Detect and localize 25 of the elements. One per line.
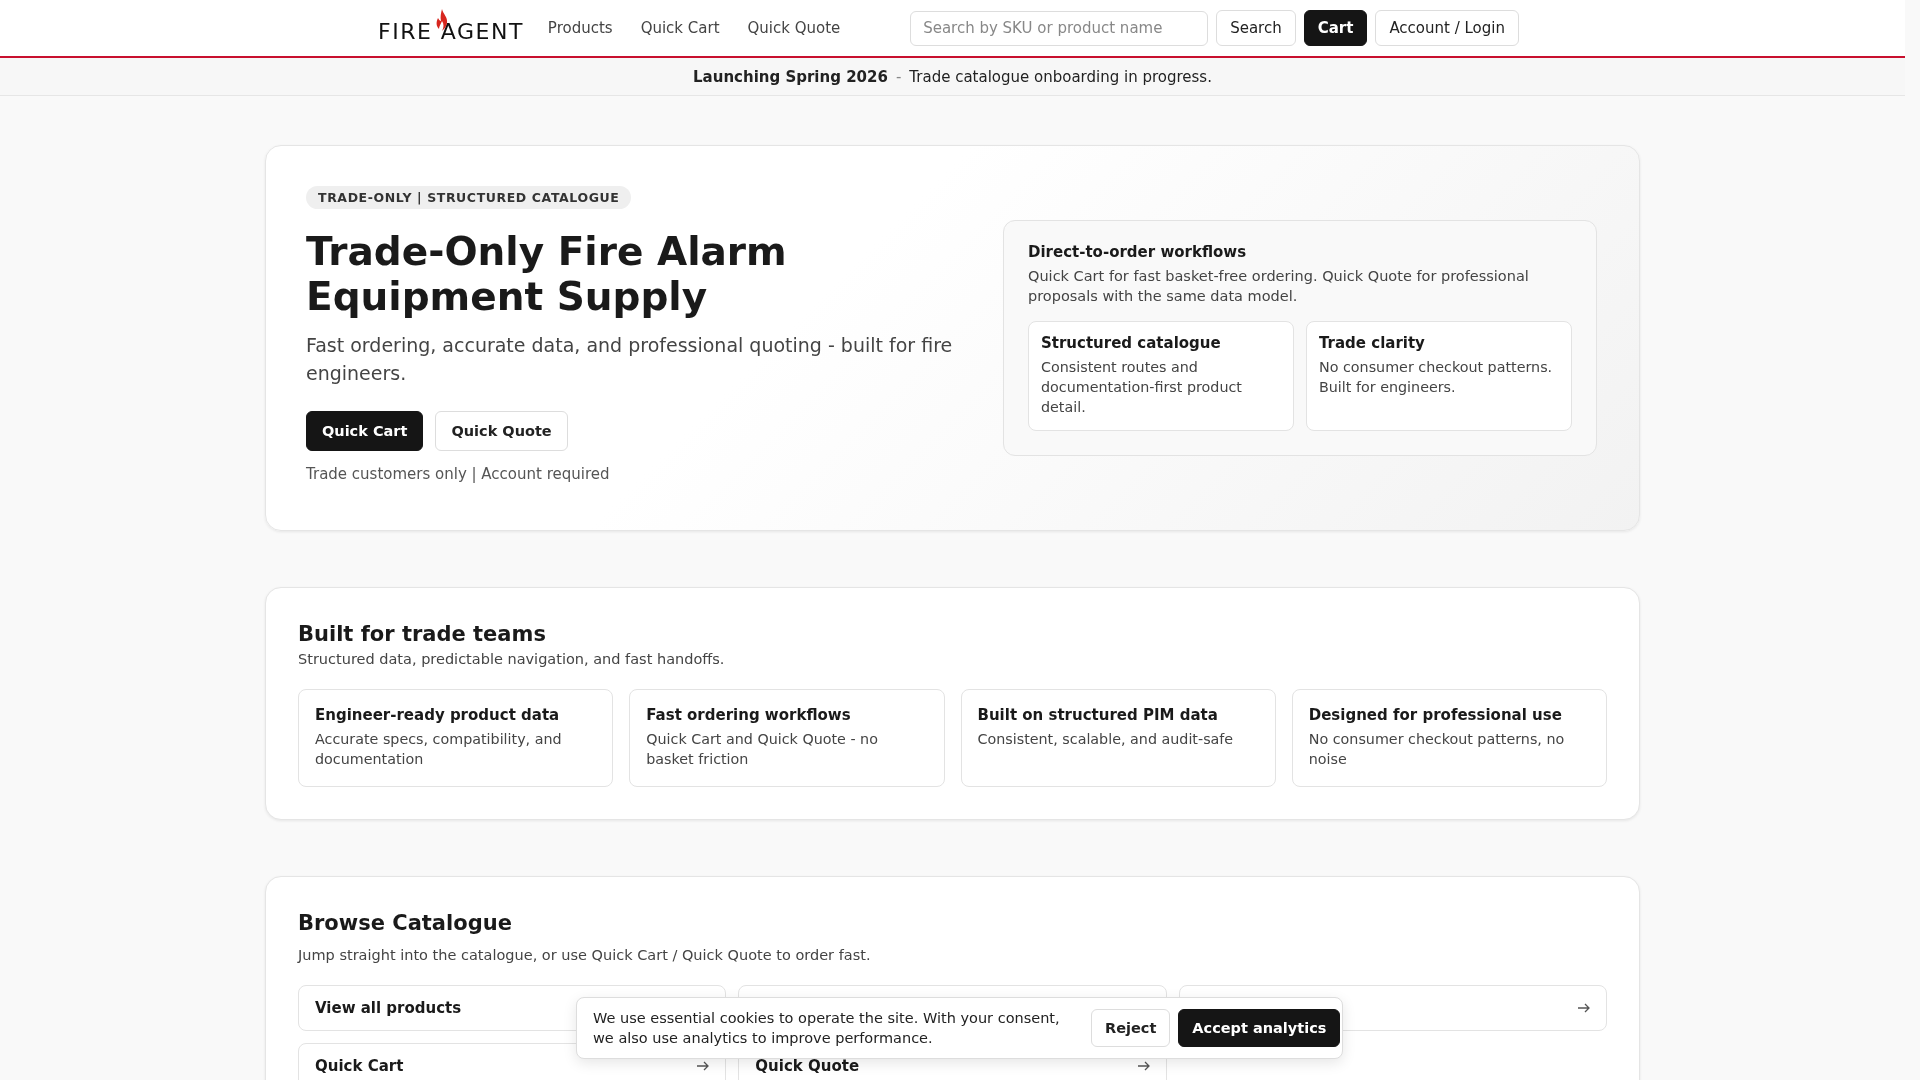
card-title: Structured catalogue <box>1041 334 1222 352</box>
card-text: Consistent routes and documentation-first product detail. <box>1041 358 1243 417</box>
card-text: Consistent, scalable, and audit-safe <box>977 730 1235 749</box>
card-text: Quick Cart and Quick Quote - no basket friction <box>646 730 879 769</box>
banner-text: Trade catalogue onboarding in progress. <box>909 67 1212 86</box>
card-text: Accurate specs, compatibility, and documentation <box>315 730 563 769</box>
card-title: Fast ordering workflows <box>646 706 852 724</box>
card-text: No consumer checkout patterns. Built for engineers. <box>1319 358 1554 397</box>
panel-text: Quick Cart for fast basket-free ordering. Quick Quote for professional proposals with the same data model. <box>1028 267 1530 306</box>
section-subtitle: Structured data, predictable navigation, and fast handoffs. <box>298 651 726 667</box>
hero-title: Trade-Only Fire Alarm Equipment Supply <box>306 229 788 319</box>
panel-title: Direct-to-order workflows <box>1028 243 1248 261</box>
section-subtitle: Jump straight into the catalogue, or use Quick Cart / Quick Quote to order fast. <box>298 947 872 963</box>
card-title: Trade clarity <box>1319 334 1426 352</box>
launch-highlight: Launching Spring 2026 <box>693 67 888 86</box>
tag-badge: TRADE-ONLY | STRUCTURED CATALOGUE <box>306 186 632 209</box>
section-title: Built for trade teams <box>298 622 547 646</box>
section-title: Browse Catalogue <box>298 911 513 935</box>
card-title: Designed for professional use <box>1308 706 1563 724</box>
card-title: Engineer-ready product data <box>315 706 561 724</box>
hero-subtitle: Fast ordering, accurate data, and professional quoting - built for fire engineers. <box>306 333 954 386</box>
hero-note: Trade customers only | Account required <box>306 465 611 483</box>
separator: - <box>895 67 902 86</box>
card-title: Built on structured PIM data <box>977 706 1219 724</box>
card-text: No consumer checkout patterns, no noise <box>1308 730 1566 769</box>
